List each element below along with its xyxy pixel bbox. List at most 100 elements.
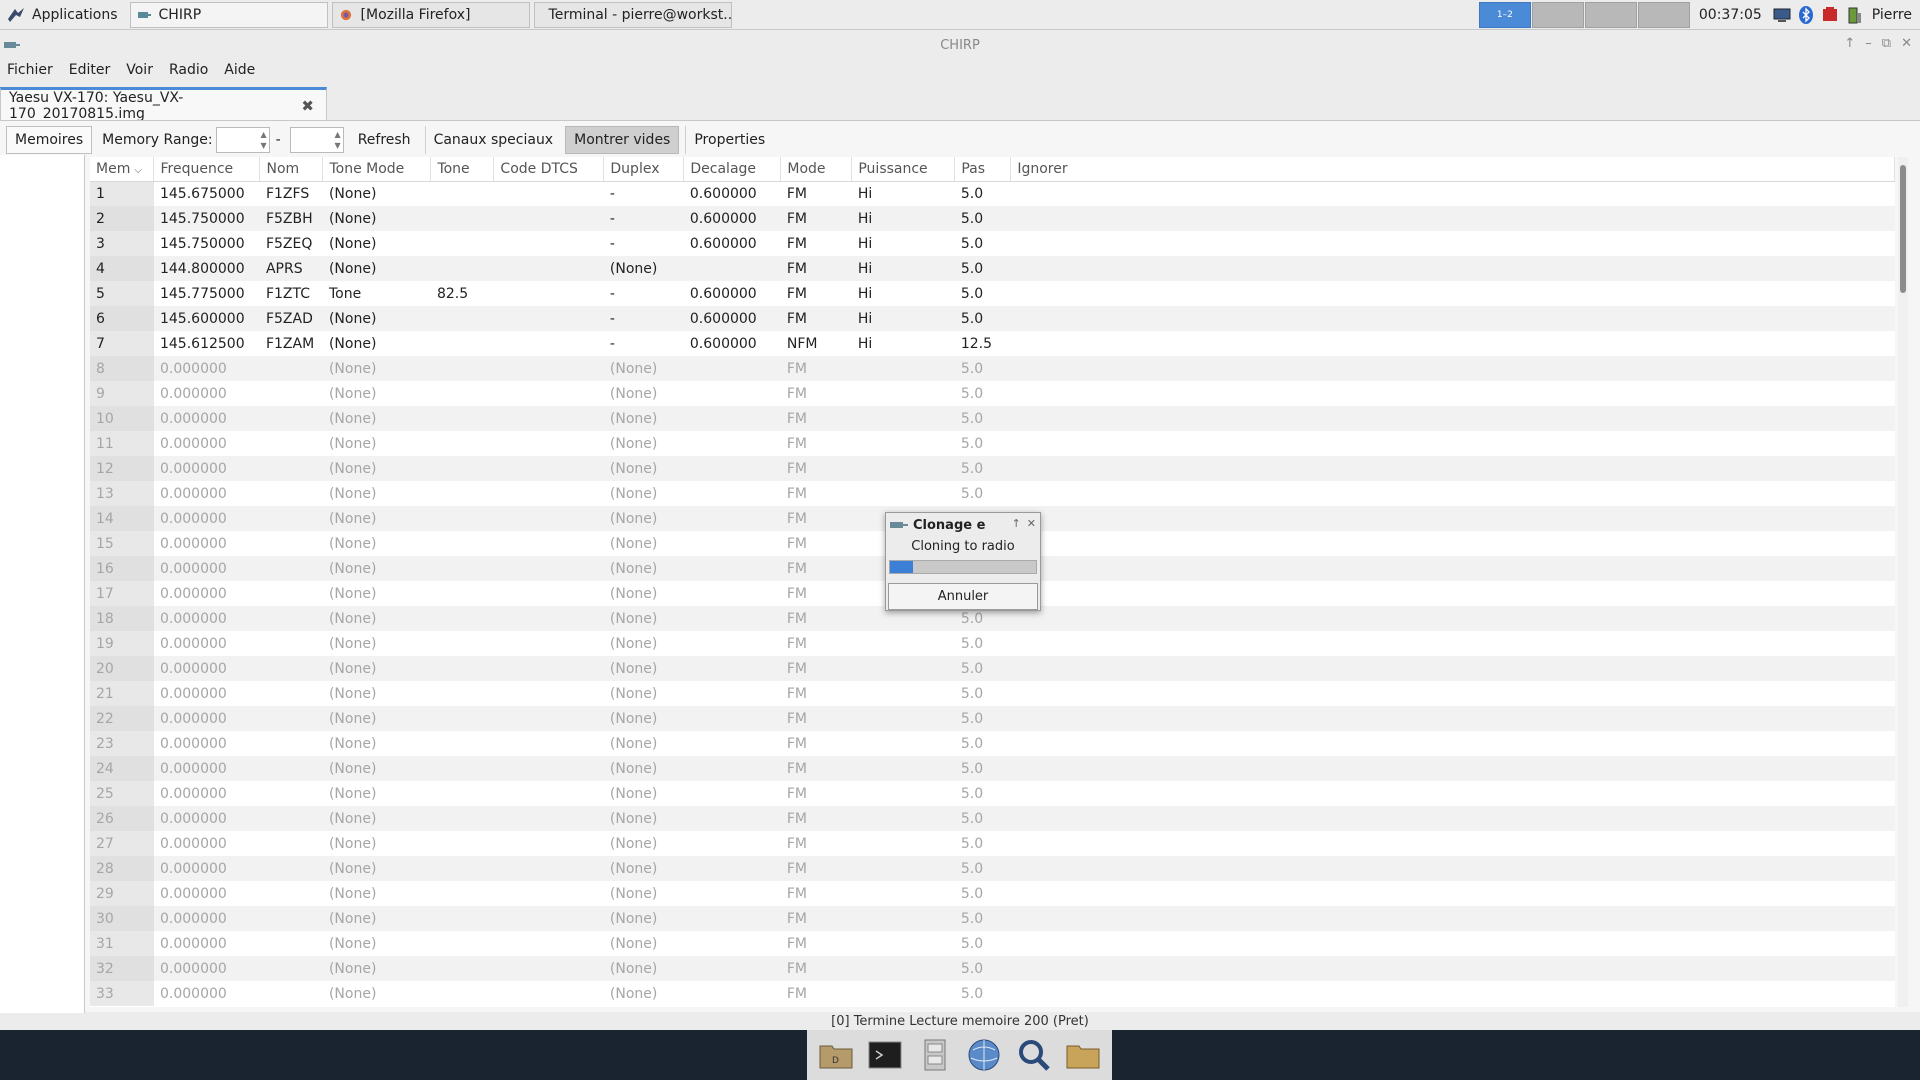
cell-nom[interactable]: [259, 356, 323, 381]
cell-tone[interactable]: [431, 581, 494, 606]
file-cabinet-icon[interactable]: [915, 1035, 955, 1075]
cell-frequence[interactable]: 0.000000: [154, 431, 260, 456]
table-row[interactable]: 26 0.000000 (None) (None) FM 5.0: [90, 806, 1895, 831]
cell-mode[interactable]: FM: [780, 906, 852, 931]
show-empty-toggle[interactable]: Montrer vides: [565, 126, 680, 154]
cell-nom[interactable]: [260, 831, 323, 856]
cell-code-dtcs[interactable]: [494, 881, 604, 906]
cell-frequence[interactable]: 145.612500: [154, 331, 260, 356]
cell-nom[interactable]: [259, 806, 323, 831]
cell-decalage[interactable]: [683, 556, 781, 581]
cell-duplex[interactable]: (None): [603, 456, 684, 481]
cell-code-dtcs[interactable]: [494, 181, 604, 206]
cell-frequence[interactable]: 0.000000: [153, 556, 260, 581]
cell-tone-mode[interactable]: (None): [323, 481, 431, 506]
cell-tone[interactable]: [431, 731, 494, 756]
cell-nom[interactable]: [259, 756, 323, 781]
cell-frequence[interactable]: 0.000000: [153, 606, 260, 631]
cell-ignorer[interactable]: [1011, 931, 1895, 956]
cell-ignorer[interactable]: [1010, 906, 1895, 931]
cell-tone[interactable]: [430, 606, 494, 631]
cell-tone[interactable]: [430, 256, 494, 281]
column-header-ignorer[interactable]: Ignorer: [1010, 157, 1895, 182]
special-channels-button[interactable]: Canaux speciaux: [424, 126, 562, 154]
cell-pas[interactable]: 5.0: [955, 881, 1011, 906]
cell-pas[interactable]: 5.0: [954, 406, 1011, 431]
cell-puissance[interactable]: [852, 631, 955, 656]
column-header-pas[interactable]: Pas: [954, 157, 1012, 182]
cell-frequence[interactable]: 0.000000: [153, 856, 260, 881]
cell-tone-mode[interactable]: (None): [322, 356, 431, 381]
cell-puissance[interactable]: [851, 706, 955, 731]
cell-pas[interactable]: 5.0: [954, 856, 1011, 881]
cell-mem[interactable]: 10: [90, 406, 154, 431]
cell-tone[interactable]: [431, 931, 494, 956]
cell-pas[interactable]: 5.0: [954, 756, 1011, 781]
cell-nom[interactable]: [259, 956, 323, 981]
table-row[interactable]: 9 0.000000 (None) (None) FM 5.0: [90, 381, 1895, 406]
cell-mode[interactable]: FM: [780, 806, 852, 831]
cell-puissance[interactable]: [851, 456, 955, 481]
table-row[interactable]: 32 0.000000 (None) (None) FM 5.0: [90, 956, 1895, 981]
cell-puissance[interactable]: [852, 681, 955, 706]
cell-ignorer[interactable]: [1010, 506, 1895, 531]
cell-code-dtcs[interactable]: [494, 681, 604, 706]
cell-tone-mode[interactable]: (None): [323, 931, 431, 956]
cell-decalage[interactable]: [684, 631, 781, 656]
dialog-close-icon[interactable]: ✕: [1027, 517, 1036, 530]
cell-tone[interactable]: [430, 556, 494, 581]
column-header-code-dtcs[interactable]: Code DTCS: [493, 157, 605, 182]
cell-puissance[interactable]: Hi: [852, 231, 955, 256]
cell-code-dtcs[interactable]: [494, 281, 604, 306]
cell-ignorer[interactable]: [1011, 731, 1895, 756]
search-icon[interactable]: [1014, 1035, 1054, 1075]
cell-ignorer[interactable]: [1011, 781, 1895, 806]
cell-mode[interactable]: FM: [780, 456, 852, 481]
cell-frequence[interactable]: 145.750000: [153, 206, 260, 231]
table-row[interactable]: 23 0.000000 (None) (None) FM 5.0: [90, 731, 1895, 756]
cell-decalage[interactable]: [684, 581, 781, 606]
cell-mem[interactable]: 17: [90, 581, 154, 606]
cell-pas[interactable]: 5.0: [954, 256, 1011, 281]
cell-duplex[interactable]: -: [603, 306, 684, 331]
cell-puissance[interactable]: [852, 881, 955, 906]
cell-mode[interactable]: FM: [781, 831, 852, 856]
table-row[interactable]: 28 0.000000 (None) (None) FM 5.0: [90, 856, 1895, 881]
cell-duplex[interactable]: (None): [604, 881, 684, 906]
cell-code-dtcs[interactable]: [493, 906, 604, 931]
cell-tone-mode[interactable]: (None): [323, 581, 431, 606]
cell-code-dtcs[interactable]: [494, 731, 604, 756]
cell-frequence[interactable]: 0.000000: [154, 781, 260, 806]
workspace-2[interactable]: [1531, 2, 1584, 28]
cell-puissance[interactable]: Hi: [852, 181, 955, 206]
cell-tone-mode[interactable]: (None): [322, 606, 431, 631]
cell-tone[interactable]: [431, 681, 494, 706]
cell-code-dtcs[interactable]: [494, 581, 604, 606]
table-row[interactable]: 1 145.675000 F1ZFS (None) -0.600000 FM Hi 5.0: [90, 181, 1895, 206]
cell-tone[interactable]: [431, 231, 494, 256]
cell-tone-mode[interactable]: (None): [322, 506, 431, 531]
cell-ignorer[interactable]: [1011, 531, 1895, 556]
cell-pas[interactable]: 5.0: [955, 431, 1011, 456]
cell-frequence[interactable]: 0.000000: [154, 381, 260, 406]
cell-code-dtcs[interactable]: [493, 506, 604, 531]
cell-nom[interactable]: F5ZBH: [259, 206, 323, 231]
cell-puissance[interactable]: [851, 956, 955, 981]
table-row[interactable]: 7 145.612500 F1ZAM (None) -0.600000 NFM Hi 12.5: [90, 331, 1895, 356]
cell-tone-mode[interactable]: (None): [322, 306, 431, 331]
cell-decalage[interactable]: [684, 681, 781, 706]
cell-puissance[interactable]: [852, 831, 955, 856]
cell-pas[interactable]: 5.0: [955, 481, 1011, 506]
cell-nom[interactable]: [259, 406, 323, 431]
cell-mode[interactable]: FM: [781, 431, 852, 456]
taskbar-item-chirp[interactable]: CHIRP: [129, 1, 328, 28]
memory-range-start-input[interactable]: ▲ ▼: [215, 127, 270, 153]
cell-decalage[interactable]: [683, 506, 781, 531]
cell-frequence[interactable]: 0.000000: [153, 906, 260, 931]
cell-decalage[interactable]: [683, 906, 781, 931]
workspace-3[interactable]: [1584, 2, 1637, 28]
cell-mode[interactable]: FM: [780, 856, 852, 881]
cell-frequence[interactable]: 145.775000: [154, 281, 260, 306]
cell-tone[interactable]: [431, 881, 494, 906]
cell-mode[interactable]: FM: [781, 681, 852, 706]
